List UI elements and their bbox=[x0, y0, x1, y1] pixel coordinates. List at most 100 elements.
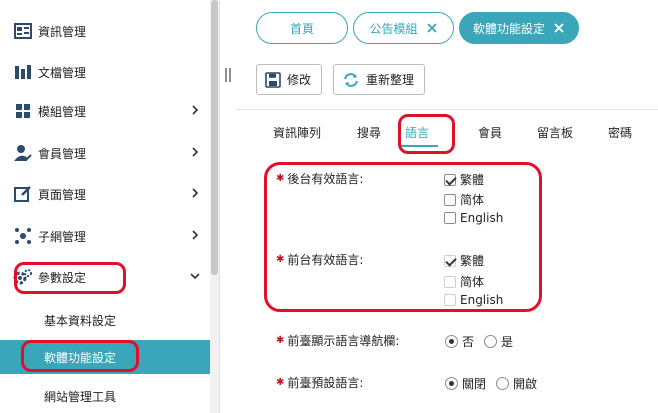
chevron-right-icon bbox=[192, 147, 199, 157]
frontend-lang-label-text: 前台有效語言: bbox=[287, 253, 364, 267]
subtab-member[interactable]: 會員 bbox=[478, 124, 502, 141]
frontend-lang-label: ✱ 前台有效語言: bbox=[276, 251, 363, 268]
option-label: 繁體 bbox=[460, 254, 485, 268]
sidebar-item-label: 參數設定 bbox=[38, 270, 87, 285]
radio-option[interactable]: 關閉 bbox=[445, 375, 486, 392]
collapse-sidebar-handle[interactable] bbox=[220, 55, 236, 95]
required-marker: ✱ bbox=[276, 254, 285, 265]
backend-lang-label-text: 後台有效語言: bbox=[287, 172, 364, 186]
sidebar-item-info[interactable]: 資訊管理 bbox=[0, 13, 210, 49]
checkbox[interactable] bbox=[444, 275, 456, 288]
radio-label: 是 bbox=[501, 335, 514, 349]
sidebar-scrollbar-thumb[interactable] bbox=[211, 0, 218, 275]
radio-label: 開啟 bbox=[513, 377, 538, 391]
default-lang-label-text: 前臺預設語言: bbox=[287, 376, 364, 390]
radio-option[interactable]: 開啟 bbox=[496, 375, 537, 392]
sidebar-subitem-label: 網站管理工具 bbox=[44, 389, 117, 404]
subtab-password[interactable]: 密碼 bbox=[608, 124, 632, 141]
required-marker: ✱ bbox=[276, 173, 285, 184]
subtab-search[interactable]: 搜尋 bbox=[357, 124, 381, 141]
chevron-right-icon bbox=[192, 105, 199, 115]
sidebar-item-modules[interactable]: 模組管理 bbox=[0, 93, 210, 129]
tab-label: 公告模組 bbox=[369, 21, 418, 36]
refresh-icon bbox=[344, 72, 358, 87]
checkbox[interactable] bbox=[444, 254, 456, 267]
close-icon[interactable] bbox=[426, 22, 438, 34]
radio-button[interactable] bbox=[496, 377, 510, 390]
edit-button-label: 修改 bbox=[287, 73, 312, 87]
modules-grid-icon bbox=[12, 100, 34, 122]
radio-button[interactable] bbox=[445, 335, 458, 348]
radio-label: 關閉 bbox=[462, 377, 487, 391]
option-label: 繁體 bbox=[460, 173, 485, 187]
close-icon[interactable] bbox=[553, 22, 565, 34]
grid-list-icon bbox=[12, 20, 34, 42]
required-marker: ✱ bbox=[276, 377, 285, 388]
frontend-lang-option[interactable]: English bbox=[444, 293, 503, 307]
show-lang-nav-radio-group: 否 是 bbox=[445, 333, 523, 350]
frontend-lang-option[interactable]: 简体 bbox=[444, 273, 484, 290]
chevron-down-icon bbox=[190, 273, 200, 280]
chevron-right-icon bbox=[192, 188, 199, 198]
sidebar-item-members[interactable]: 會員管理 bbox=[0, 135, 210, 171]
backend-lang-label: ✱ 後台有效語言: bbox=[276, 170, 363, 187]
radio-label: 否 bbox=[462, 335, 475, 349]
tab-announcement[interactable]: 公告模組 bbox=[353, 12, 454, 44]
backend-lang-option[interactable]: 繁體 bbox=[444, 171, 484, 188]
sidebar-item-label: 頁面管理 bbox=[38, 187, 87, 202]
sidebar-item-label: 模組管理 bbox=[38, 104, 87, 119]
radio-option[interactable]: 是 bbox=[484, 333, 513, 350]
network-icon bbox=[12, 225, 34, 247]
sidebar-item-label: 子網管理 bbox=[38, 229, 87, 244]
default-lang-radio-group: 關閉 開啟 bbox=[445, 375, 547, 392]
required-marker: ✱ bbox=[276, 335, 285, 346]
sidebar: 資訊管理 文檔管理 模組管理 會員管理 頁面管理 子網管理 參數設定 基本資料設… bbox=[0, 0, 210, 413]
option-label: 简体 bbox=[460, 275, 485, 289]
tab-label: 首頁 bbox=[289, 21, 314, 36]
save-floppy-icon bbox=[265, 71, 281, 88]
sidebar-item-params[interactable]: 參數設定 bbox=[0, 259, 210, 295]
backend-lang-option[interactable]: 简体 bbox=[444, 191, 484, 208]
toolbar-divider bbox=[236, 109, 658, 110]
user-check-icon bbox=[12, 142, 34, 164]
radio-button[interactable] bbox=[445, 377, 458, 390]
sidebar-item-label: 資訊管理 bbox=[38, 24, 87, 39]
tab-label: 軟體功能設定 bbox=[472, 21, 545, 36]
refresh-button[interactable]: 重新整理 bbox=[333, 64, 425, 95]
checkbox[interactable] bbox=[444, 294, 456, 306]
frontend-lang-option[interactable]: 繁體 bbox=[444, 252, 484, 269]
sidebar-subitem-tools[interactable]: 網站管理工具 bbox=[0, 379, 210, 413]
subtab-info-array[interactable]: 資訊陣列 bbox=[273, 124, 321, 141]
radio-button[interactable] bbox=[484, 335, 498, 348]
sidebar-item-subnet[interactable]: 子網管理 bbox=[0, 218, 210, 254]
sidebar-subitem-software[interactable]: 軟體功能設定 bbox=[0, 340, 210, 374]
option-label: 简体 bbox=[460, 193, 485, 207]
edit-button[interactable]: 修改 bbox=[256, 64, 322, 95]
refresh-button-label: 重新整理 bbox=[366, 73, 415, 87]
checkbox[interactable] bbox=[444, 212, 456, 224]
sidebar-item-pages[interactable]: 頁面管理 bbox=[0, 176, 210, 212]
radio-option[interactable]: 否 bbox=[445, 333, 474, 350]
sidebar-subitem-label: 基本資料設定 bbox=[44, 313, 117, 328]
subtab-guestbook[interactable]: 留言板 bbox=[537, 124, 573, 141]
edit-page-icon bbox=[12, 183, 34, 205]
option-label: English bbox=[460, 211, 504, 225]
checkbox[interactable] bbox=[444, 173, 456, 186]
gears-icon bbox=[12, 266, 34, 288]
tab-software-settings[interactable]: 軟體功能設定 bbox=[459, 12, 579, 44]
default-lang-label: ✱ 前臺預設語言: bbox=[276, 374, 363, 391]
checkbox[interactable] bbox=[444, 193, 456, 206]
show-lang-nav-label-text: 前臺顯示語言導航欄: bbox=[287, 334, 400, 348]
sidebar-item-docs[interactable]: 文檔管理 bbox=[0, 54, 210, 90]
sidebar-item-label: 會員管理 bbox=[38, 146, 87, 161]
subtab-language[interactable]: 語言 bbox=[405, 124, 429, 141]
option-label: English bbox=[460, 293, 504, 307]
active-subtab-indicator bbox=[400, 145, 438, 147]
backend-lang-option[interactable]: English bbox=[444, 211, 503, 225]
tab-home[interactable]: 首頁 bbox=[256, 12, 348, 44]
drag-handle-icon bbox=[225, 68, 231, 82]
chart-columns-icon bbox=[12, 61, 34, 83]
show-lang-nav-label: ✱ 前臺顯示語言導航欄: bbox=[276, 332, 399, 349]
sidebar-subitem-basic[interactable]: 基本資料設定 bbox=[0, 303, 210, 337]
chevron-right-icon bbox=[192, 230, 199, 240]
